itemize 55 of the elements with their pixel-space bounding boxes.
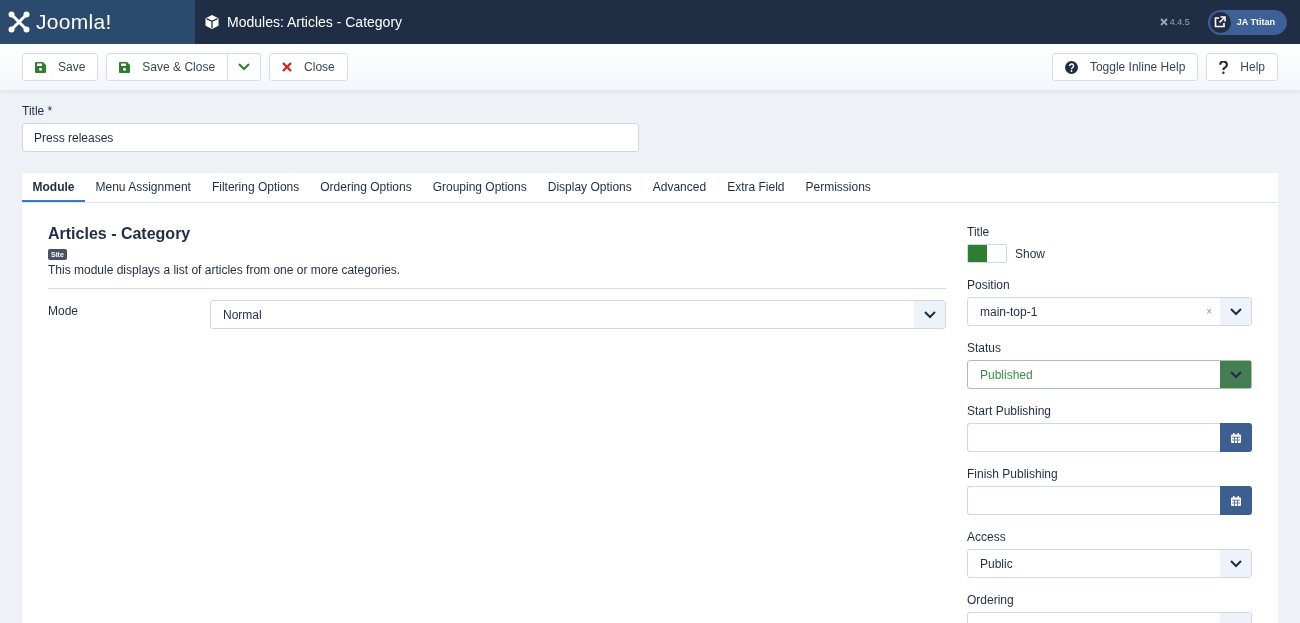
tab[interactable]: Display Options	[537, 173, 643, 202]
chevron-down-icon	[1229, 559, 1242, 568]
page-title: Modules: Articles - Category	[227, 14, 403, 30]
status-select[interactable]: Published	[967, 360, 1252, 389]
toolbar-button[interactable]: Save	[22, 53, 99, 81]
toolbar-button[interactable]: Help	[1206, 53, 1278, 81]
mode-select[interactable]: Normal	[210, 300, 946, 329]
toolbar-button[interactable]: Save & Close	[106, 53, 229, 81]
close-icon	[282, 62, 293, 72]
tab[interactable]: Permissions	[795, 173, 882, 202]
field-label: Mode	[48, 303, 80, 318]
chevron-down-icon	[238, 63, 251, 71]
title-input-field[interactable]: Press releases	[22, 123, 639, 152]
field-label: Title	[967, 225, 991, 239]
logo-text: Joomla!	[36, 10, 112, 34]
field-label: Status	[967, 341, 1003, 355]
joomla-logo-icon[interactable]	[8, 11, 30, 33]
tab[interactable]: Grouping Options	[422, 173, 538, 202]
tab[interactable]: Filtering Options	[201, 173, 310, 202]
chevron-down-icon	[923, 310, 936, 319]
question-mark-icon	[1219, 60, 1229, 74]
dropdown-toggle-button[interactable]	[228, 53, 262, 81]
date-input-field[interactable]	[967, 423, 1220, 452]
select-field[interactable]: Public	[967, 549, 1252, 578]
field-label: Ordering	[967, 593, 1015, 607]
calendar-icon	[1231, 432, 1241, 443]
module-heading: Articles - Category	[48, 225, 191, 243]
tab[interactable]: Ordering Options	[309, 173, 423, 202]
question-circle-icon	[1064, 60, 1078, 74]
calendar-button[interactable]	[1220, 423, 1252, 452]
version-text: 4.4.5	[1169, 17, 1190, 27]
chevron-down-icon	[1229, 370, 1242, 379]
field-label: Finish Publishing	[967, 467, 1059, 481]
title-label: Title *	[22, 104, 54, 118]
tab[interactable]: Module	[22, 173, 85, 202]
toolbar-button[interactable]: Close	[269, 53, 348, 81]
chevron-down-icon	[1229, 307, 1242, 316]
select-field[interactable]: main-top-1 ×	[967, 297, 1252, 326]
calendar-icon	[1231, 495, 1241, 506]
cube-icon	[205, 15, 219, 29]
external-link-icon	[1214, 16, 1227, 28]
field-label: Position	[967, 278, 1011, 292]
tab[interactable]: Extra Field	[716, 173, 795, 202]
toolbar-button[interactable]: Toggle Inline Help	[1051, 53, 1199, 81]
date-input-field[interactable]	[967, 486, 1220, 515]
field-label: Access	[967, 530, 1007, 544]
tab[interactable]: Advanced	[642, 173, 717, 202]
toggle-switch[interactable]	[967, 244, 1007, 263]
field-label: Start Publishing	[967, 404, 1053, 418]
tab[interactable]: Menu Assignment	[85, 173, 202, 202]
joomla-small-icon	[1159, 18, 1168, 26]
module-description: This module displays a list of articles from one or more categories.	[48, 263, 401, 277]
user-menu-button[interactable]: JA Ttitan	[1207, 9, 1287, 35]
calendar-button[interactable]	[1220, 486, 1252, 515]
toggle-label: Show	[1015, 246, 1046, 261]
